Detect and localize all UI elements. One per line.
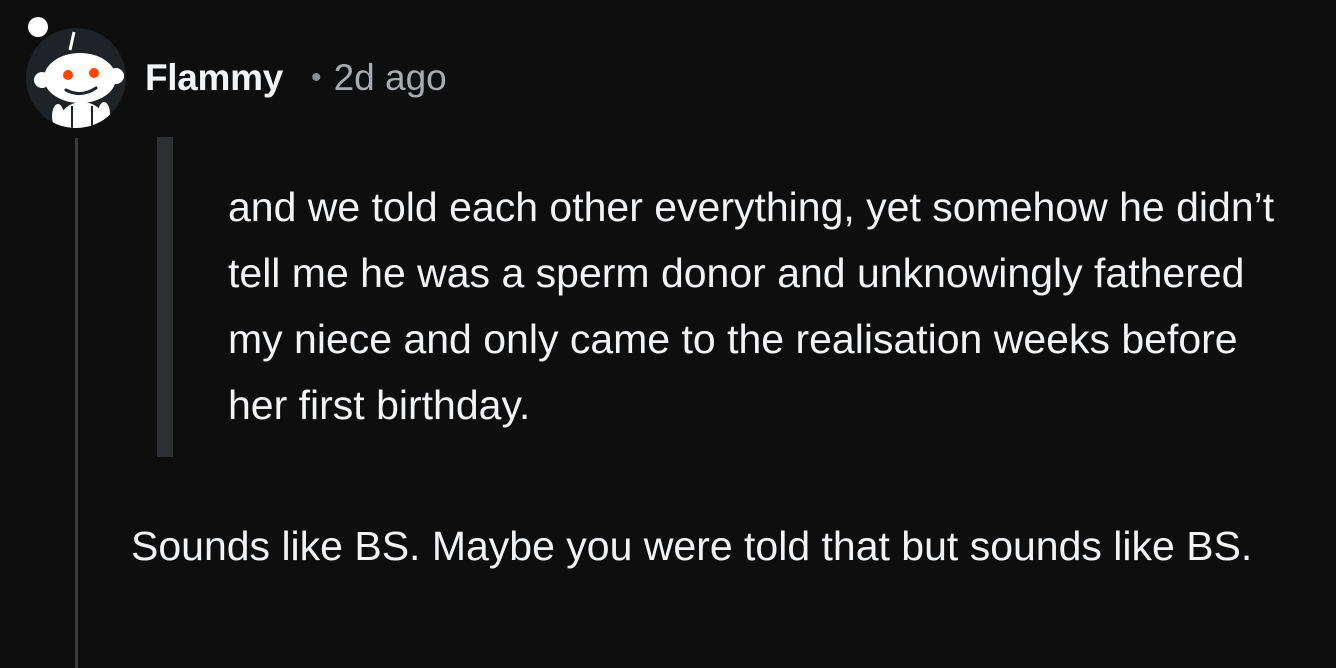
quote-bar [157, 137, 173, 457]
comment: Flammy • 2d ago and we told each other e… [0, 0, 1336, 668]
timestamp[interactable]: 2d ago [334, 57, 447, 99]
comment-body: Sounds like BS. Maybe you were told that… [131, 523, 1253, 569]
antenna-dot-icon [28, 17, 48, 37]
quote-text: and we told each other everything, yet s… [228, 184, 1275, 428]
snoo-avatar-icon [34, 31, 124, 128]
blockquote: and we told each other everything, yet s… [157, 137, 1287, 457]
comment-header: Flammy • 2d ago [145, 52, 447, 104]
separator-dot: • [311, 61, 322, 94]
thread-line[interactable] [75, 138, 78, 668]
avatar[interactable] [26, 28, 126, 128]
username[interactable]: Flammy [145, 57, 283, 99]
